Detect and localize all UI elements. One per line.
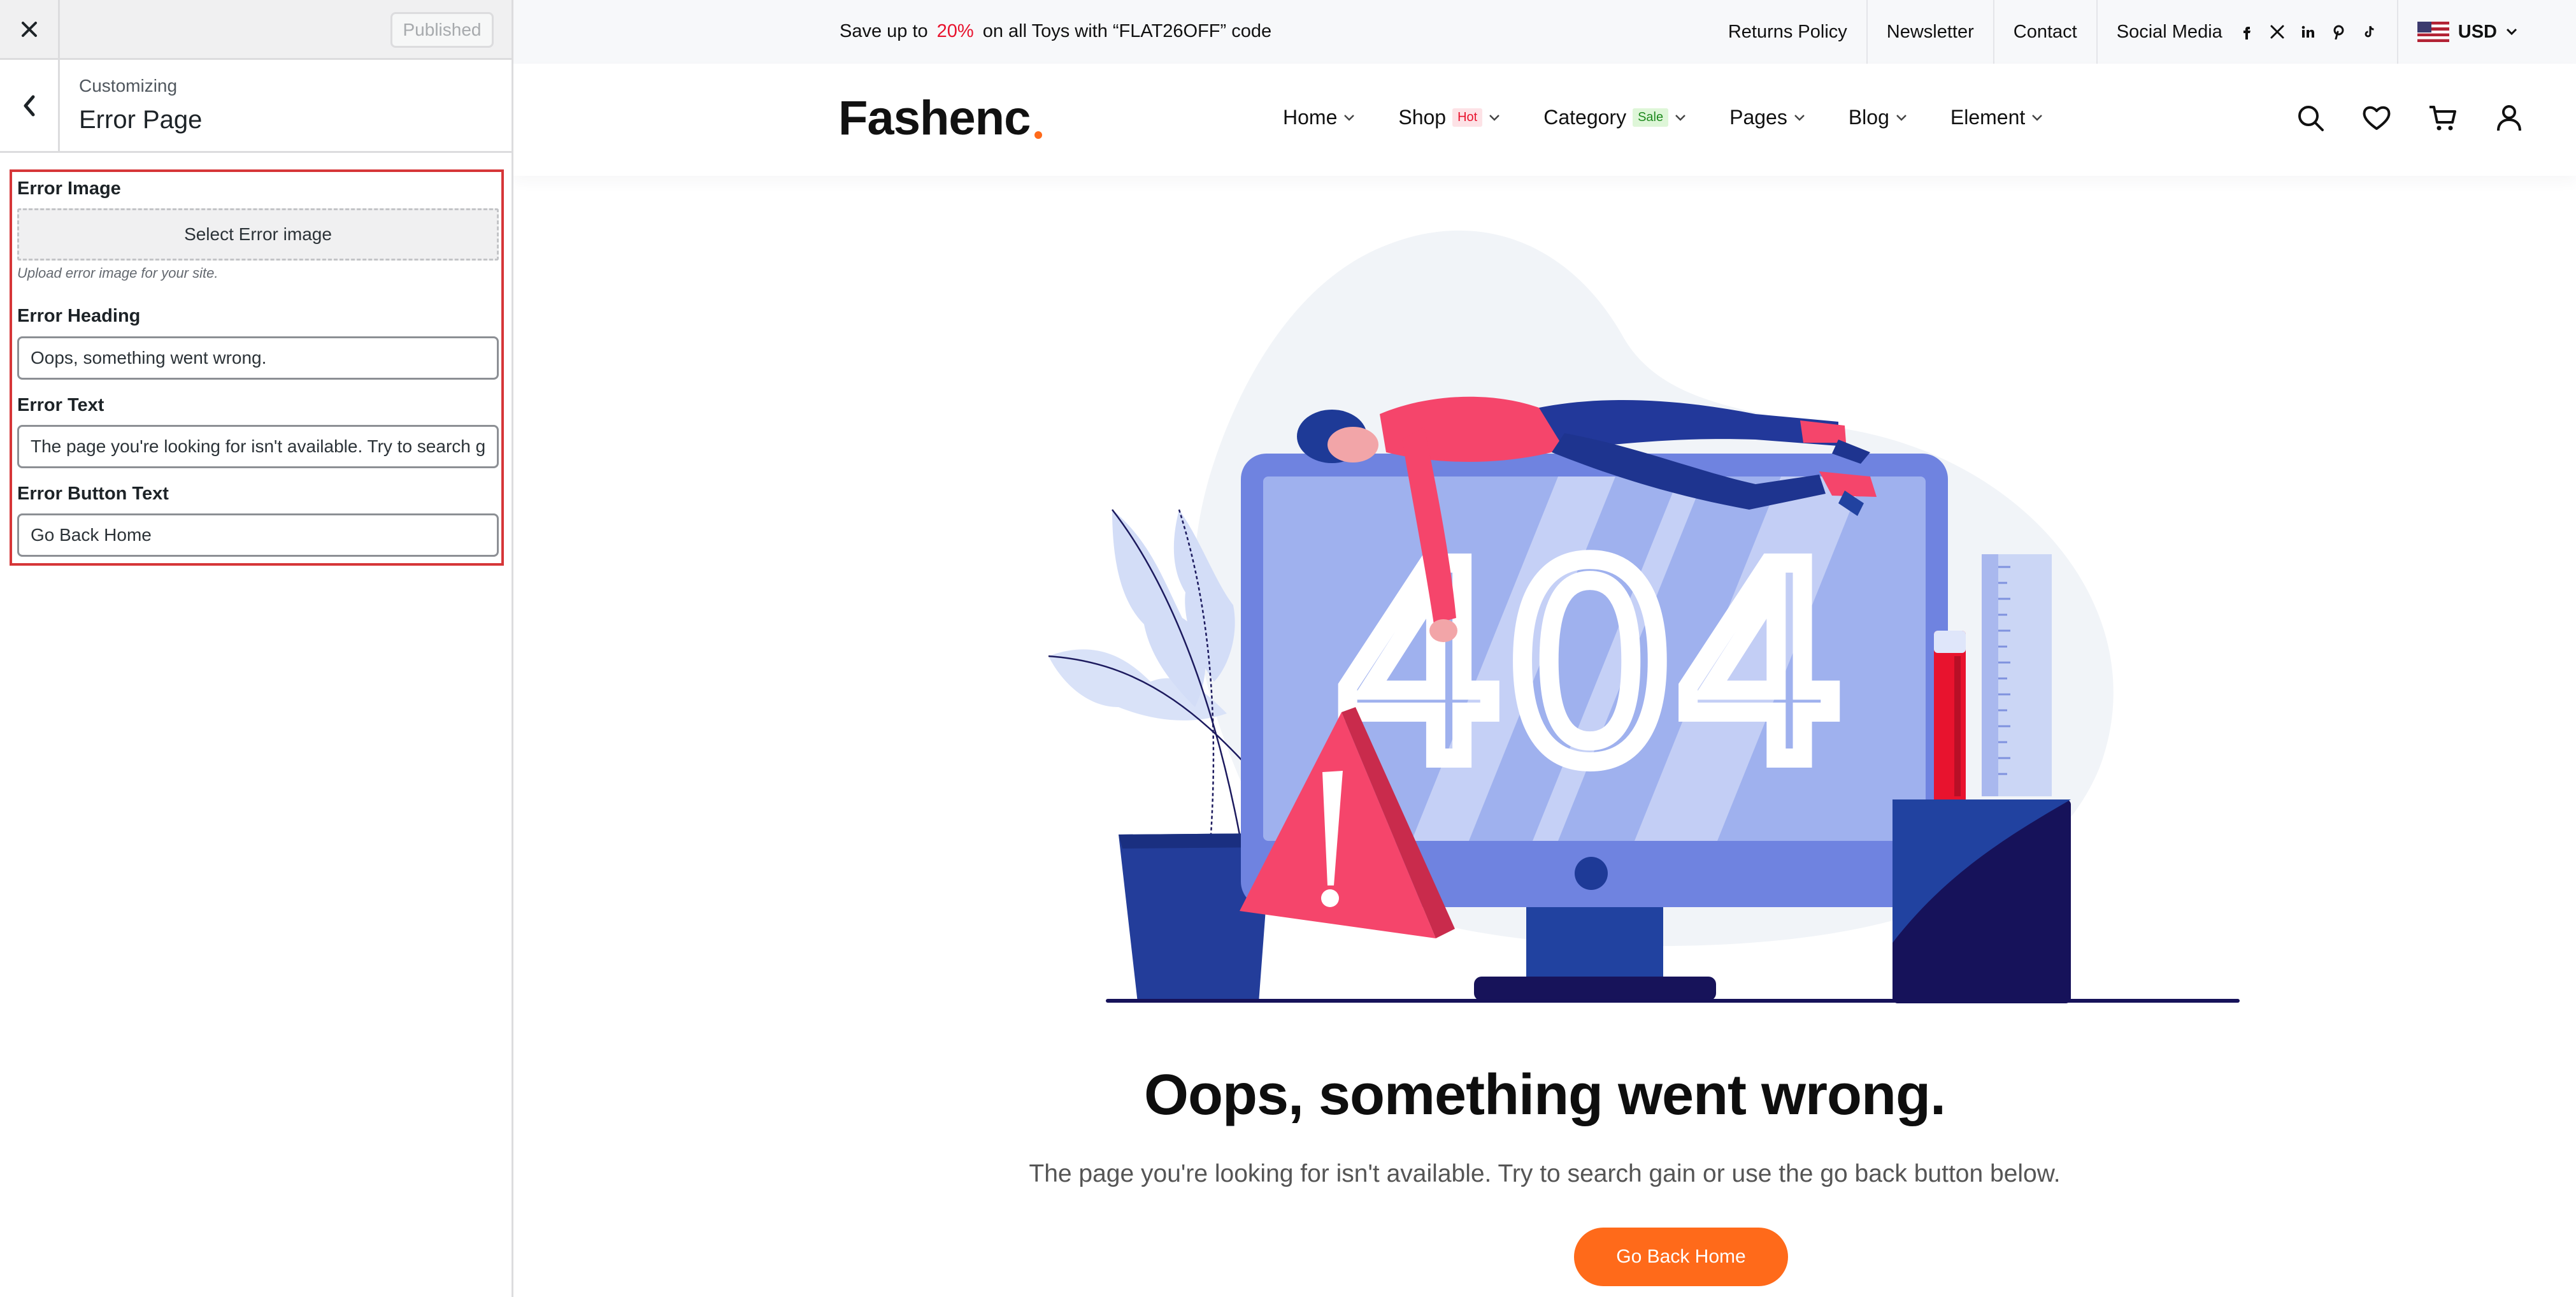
x-icon[interactable] (2268, 23, 2286, 41)
error-illustration: 404 (1048, 396, 2240, 1003)
chevron-down-icon (1675, 114, 1685, 121)
error-text: The page you're looking for isn't availa… (1029, 1160, 2061, 1187)
published-button[interactable]: Published (390, 12, 494, 48)
us-flag-icon (2417, 22, 2449, 42)
chevron-down-icon (2032, 114, 2043, 121)
error-image-description: Upload error image for your site. (17, 265, 218, 281)
select-error-image-button[interactable]: Select Error image (17, 208, 499, 261)
search-icon[interactable] (2294, 102, 2326, 134)
nav-blog[interactable]: Blog (1849, 106, 1907, 129)
error-button-text-input[interactable] (17, 513, 499, 557)
top-bar: Save up to 20% on all Toys with “FLAT26OFF… (513, 0, 2576, 64)
nav-home-label: Home (1283, 106, 1338, 129)
error-button-text-label: Error Button Text (17, 484, 169, 504)
section-title: Error Page (79, 106, 203, 134)
error-heading-input[interactable] (17, 336, 499, 380)
chevron-down-icon (2506, 28, 2517, 36)
error-text-input[interactable] (17, 425, 499, 468)
go-back-home-button[interactable]: Go Back Home (1574, 1228, 1788, 1286)
nav-element[interactable]: Element (1950, 106, 2043, 129)
promo-before: Save up to (840, 21, 928, 41)
section-parent-label: Customizing (79, 76, 178, 96)
chevron-left-icon (24, 95, 34, 116)
close-customizer-button[interactable] (0, 0, 60, 58)
chevron-down-icon (1489, 114, 1500, 121)
site-preview: Save up to 20% on all Toys with “FLAT26OFF… (513, 0, 2576, 1297)
currency-label: USD (2458, 21, 2497, 42)
error-heading-label: Error Heading (17, 306, 141, 326)
error-image-label: Error Image (17, 178, 121, 199)
heart-icon[interactable] (2361, 102, 2393, 134)
newsletter-link[interactable]: Newsletter (1866, 0, 1993, 64)
facebook-icon[interactable] (2238, 23, 2256, 41)
nav-home[interactable]: Home (1283, 106, 1355, 129)
social-media-label: Social Media (2116, 21, 2222, 42)
error-heading: Oops, something went wrong. (1143, 1063, 1946, 1127)
illustration-404-text: 404 (1335, 510, 1845, 822)
chevron-down-icon (1794, 114, 1805, 121)
nav-category[interactable]: Category Sale (1543, 106, 1686, 129)
contact-link[interactable]: Contact (1993, 0, 2096, 64)
site-header: Fashenc Home Shop Hot Category Sale Page… (513, 64, 2576, 176)
nav-category-label: Category (1543, 106, 1627, 129)
linkedin-icon[interactable] (2299, 23, 2317, 41)
nav-element-label: Element (1950, 106, 2026, 129)
chevron-down-icon (1896, 114, 1907, 121)
tiktok-icon[interactable] (2360, 23, 2378, 41)
pinterest-icon[interactable] (2329, 23, 2347, 41)
returns-policy-link[interactable]: Returns Policy (1709, 0, 1866, 64)
promo-text: Save up to 20% on all Toys with “FLAT26OFF… (840, 21, 1271, 42)
nav-pages[interactable]: Pages (1729, 106, 1805, 129)
error-page-settings-panel: Error Image Select Error image Upload er… (10, 169, 504, 566)
nav-shop-label: Shop (1398, 106, 1447, 129)
section-header: Customizing Error Page (0, 60, 512, 153)
site-logo[interactable]: Fashenc (838, 90, 1031, 146)
error-text-label: Error Text (17, 395, 104, 415)
customizer-header: Published (0, 0, 512, 60)
top-links: Returns Policy Newsletter Contact Social… (1709, 0, 2576, 64)
close-icon (21, 21, 37, 37)
chevron-down-icon (1344, 114, 1355, 121)
sale-badge: Sale (1633, 108, 1669, 127)
main-nav: Home Shop Hot Category Sale Pages Blog E… (1283, 106, 2043, 129)
customizer-sidebar: Published Customizing Error Page Error I… (0, 0, 513, 1297)
back-button[interactable] (0, 60, 60, 151)
nav-shop[interactable]: Shop Hot (1398, 106, 1500, 129)
nav-pages-label: Pages (1729, 106, 1787, 129)
promo-after: on all Toys with “FLAT26OFF” code (982, 21, 1272, 41)
nav-blog-label: Blog (1848, 106, 1889, 129)
logo-dot (1034, 131, 1042, 139)
currency-selector[interactable]: USD (2396, 0, 2576, 64)
social-media: Social Media (2096, 0, 2397, 64)
header-icons (2294, 102, 2525, 134)
promo-percent: 20% (936, 21, 974, 41)
cart-icon[interactable] (2427, 102, 2459, 134)
user-icon[interactable] (2493, 102, 2525, 134)
hot-badge: Hot (1452, 108, 1483, 127)
